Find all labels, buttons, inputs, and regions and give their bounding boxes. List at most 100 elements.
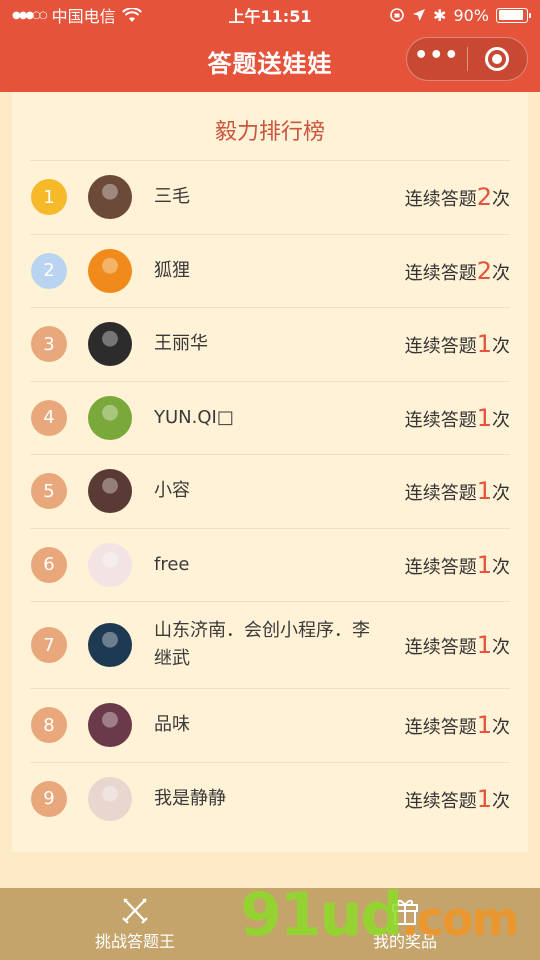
streak-count: 连续答题 1 次 (405, 785, 510, 813)
streak-suffix: 次 (492, 336, 510, 358)
tab-prizes[interactable]: 我的奖品 (270, 888, 540, 960)
avatar (88, 395, 132, 440)
leaderboard-row: 7 山东济南．会创小程序．李继武 连续答题 1 次 (30, 601, 510, 688)
leaderboard-row: 8 品味 连续答题 1 次 (30, 688, 510, 762)
leaderboard-row: 1 三毛 连续答题 2 次 (30, 160, 510, 234)
streak-prefix: 连续答题 (404, 483, 477, 505)
streak-prefix: 连续答题 (404, 336, 477, 358)
rank-badge: 2 (31, 252, 67, 289)
close-button[interactable] (468, 38, 528, 80)
user-name: free (154, 553, 190, 575)
bluetooth-icon: ✱ (433, 5, 447, 25)
tab-challenge[interactable]: 挑战答题王 (0, 888, 270, 960)
leaderboard-row: 6 free 连续答题 1 次 (30, 527, 510, 602)
streak-suffix: 次 (492, 637, 510, 658)
signal-icon: ●●●○○ (12, 9, 48, 21)
rank-badge: 8 (31, 707, 67, 744)
streak-count: 连续答题 1 次 (405, 330, 510, 358)
battery-percent: 90% (453, 5, 489, 25)
streak-number: 1 (476, 711, 492, 740)
streak-prefix: 连续答题 (404, 409, 477, 431)
streak-prefix: 连续答题 (404, 262, 477, 284)
streak-number: 1 (476, 330, 492, 359)
user-name: 品味 (154, 714, 190, 736)
location-icon (413, 9, 426, 21)
leaderboard-row: 2 狐狸 连续答题 2 次 (30, 233, 510, 308)
streak-count: 连续答题 2 次 (405, 183, 510, 211)
rank-badge: 6 (31, 546, 67, 583)
user-name: YUN.QI□ (154, 406, 234, 428)
avatar (88, 703, 132, 748)
leaderboard-card: 毅力排行榜 1 三毛 连续答题 2 次 2 狐狸 连续答题 2 次 3 王丽华 连续答题 1 次 4 YUN.Q… (12, 92, 528, 852)
streak-count: 连续答题 1 次 (405, 551, 510, 579)
page-title: 答题送娃娃 (207, 49, 333, 78)
avatar (88, 542, 132, 587)
more-button[interactable]: ••• (407, 38, 467, 80)
leaderboard-list: 1 三毛 连续答题 2 次 2 狐狸 连续答题 2 次 3 王丽华 连续答题 1 次 4 YUN.QI□ 连续答题… (30, 160, 510, 835)
more-dots-icon: ••• (414, 43, 460, 68)
status-bar: ●●●○○ 中国电信 上午11:51 ✱ 90% (0, 0, 540, 30)
streak-count: 连续答题 2 次 (405, 257, 510, 285)
streak-prefix: 连续答题 (404, 790, 477, 812)
user-name: 山东济南．会创小程序．李继武 (154, 620, 370, 669)
leaderboard-row: 3 王丽华 连续答题 1 次 (30, 307, 510, 381)
streak-suffix: 次 (492, 483, 510, 505)
rank-badge: 5 (31, 473, 67, 510)
gift-icon (392, 899, 418, 925)
wifi-icon (121, 7, 142, 22)
battery-fill (498, 10, 523, 20)
streak-number: 2 (476, 183, 492, 212)
nav-bar: 答题送娃娃 ••• (0, 30, 540, 92)
leaderboard-row: 5 小容 连续答题 1 次 (30, 454, 510, 528)
streak-prefix: 连续答题 (404, 189, 477, 211)
streak-suffix: 次 (492, 556, 510, 578)
tab-challenge-label: 挑战答题王 (94, 932, 175, 951)
avatar (88, 322, 132, 367)
streak-number: 1 (476, 403, 492, 432)
rank-badge: 7 (31, 627, 67, 663)
streak-suffix: 次 (492, 790, 510, 812)
carrier-label: 中国电信 (51, 7, 116, 26)
streak-count: 连续答题 1 次 (405, 711, 510, 739)
orientation-lock-icon (390, 8, 404, 22)
leaderboard-row: 4 YUN.QI□ 连续答题 1 次 (30, 380, 510, 455)
user-name: 小容 (154, 480, 190, 502)
avatar (88, 623, 132, 667)
status-left: ●●●○○ 中国电信 (12, 3, 212, 27)
streak-suffix: 次 (492, 189, 510, 211)
leaderboard-title: 毅力排行榜 (214, 120, 325, 145)
avatar (88, 469, 132, 514)
mini-program-capsule: ••• (406, 37, 528, 81)
streak-count: 连续答题 1 次 (405, 477, 510, 505)
rank-badge: 3 (31, 326, 67, 363)
streak-number: 1 (476, 631, 492, 659)
crossed-swords-icon (122, 898, 148, 924)
leaderboard-row: 9 我是静静 连续答题 1 次 (30, 761, 510, 836)
streak-suffix: 次 (492, 262, 510, 284)
status-right: ✱ 90% (389, 5, 531, 25)
streak-prefix: 连续答题 (404, 637, 477, 658)
streak-count: 连续答题 1 次 (405, 631, 510, 659)
user-name: 我是静静 (154, 787, 226, 809)
streak-number: 1 (476, 784, 492, 813)
rank-badge: 1 (31, 179, 67, 216)
target-close-icon (485, 47, 510, 71)
streak-number: 1 (476, 550, 492, 579)
streak-prefix: 连续答题 (404, 556, 477, 578)
user-name: 狐狸 (154, 259, 190, 281)
streak-suffix: 次 (492, 717, 510, 739)
streak-suffix: 次 (492, 409, 510, 431)
streak-prefix: 连续答题 (404, 717, 477, 739)
user-name: 三毛 (154, 186, 190, 208)
tab-prizes-label: 我的奖品 (372, 932, 437, 951)
rank-badge: 9 (31, 780, 67, 817)
avatar (88, 776, 132, 821)
streak-number: 1 (476, 477, 492, 506)
avatar (88, 248, 132, 293)
streak-number: 2 (476, 256, 492, 285)
tab-bar: 挑战答题王 我的奖品 (0, 888, 540, 960)
streak-count: 连续答题 1 次 (405, 404, 510, 432)
rank-badge: 4 (31, 399, 67, 436)
user-name: 王丽华 (154, 333, 208, 355)
battery-icon (496, 7, 531, 23)
